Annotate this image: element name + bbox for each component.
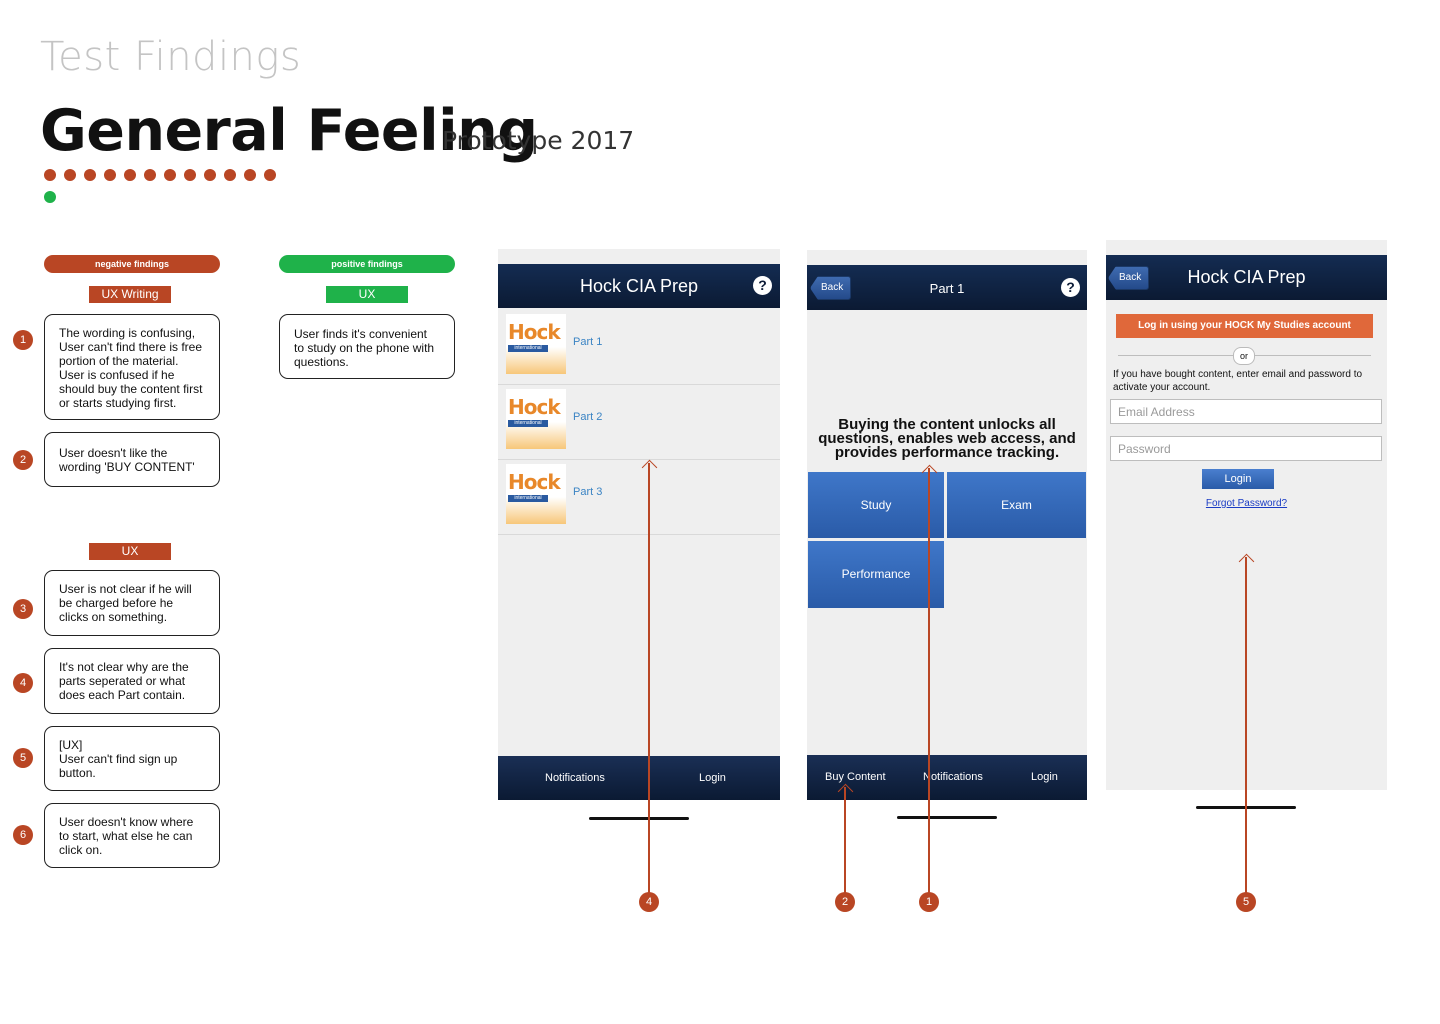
tab-notifications[interactable]: Notifications bbox=[545, 772, 605, 784]
marker-number: 5 bbox=[1236, 892, 1256, 912]
tab-buy-content[interactable]: Buy Content bbox=[825, 771, 886, 783]
or-separator: or bbox=[1233, 347, 1255, 365]
finding-number: 1 bbox=[13, 330, 33, 350]
ux-writing-tag: UX Writing bbox=[89, 286, 171, 303]
finding-number: 5 bbox=[13, 748, 33, 768]
negative-findings-pill: negative findings bbox=[44, 255, 220, 273]
negative-dot bbox=[224, 169, 236, 181]
negative-dot bbox=[264, 169, 276, 181]
home-indicator bbox=[589, 817, 689, 820]
finding-number: 2 bbox=[13, 450, 33, 470]
part-label: Part 3 bbox=[573, 486, 603, 498]
finding-card: User doesn't like the wording 'BUY CONTE… bbox=[44, 432, 220, 487]
marker-number: 4 bbox=[639, 892, 659, 912]
navbar-title: Part 1 bbox=[929, 281, 965, 296]
arrow-line bbox=[928, 468, 930, 893]
finding-number: 4 bbox=[13, 673, 33, 693]
marker-number: 2 bbox=[835, 892, 855, 912]
part-row[interactable]: Hock international Part 1 bbox=[498, 309, 780, 385]
negative-dot bbox=[244, 169, 256, 181]
arrow-line bbox=[844, 787, 846, 893]
navbar: Back Part 1 ? bbox=[807, 265, 1087, 310]
positive-finding-card: User finds it's convenient to study on t… bbox=[279, 314, 455, 379]
hock-logo: Hock international bbox=[506, 389, 566, 449]
forgot-password-link[interactable]: Forgot Password? bbox=[1106, 498, 1387, 509]
arrow-line bbox=[1245, 557, 1247, 893]
finding-card: The wording is confusing, User can't fin… bbox=[44, 314, 220, 420]
negative-dot bbox=[124, 169, 136, 181]
finding-card: [UX] User can't find sign up button. bbox=[44, 726, 220, 791]
finding-card: It's not clear why are the parts seperat… bbox=[44, 648, 220, 714]
ux-tag: UX bbox=[89, 543, 171, 560]
ux-positive-tag: UX bbox=[326, 286, 408, 303]
part-row[interactable]: Hock international Part 2 bbox=[498, 384, 780, 460]
finding-number: 3 bbox=[13, 599, 33, 619]
hock-logo: Hock international bbox=[506, 314, 566, 374]
navbar: Hock CIA Prep ? bbox=[498, 264, 780, 308]
buy-content-message: Buying the content unlocks all questions… bbox=[818, 416, 1076, 461]
arrow-line bbox=[648, 463, 650, 893]
hock-logo: Hock international bbox=[506, 464, 566, 524]
home-indicator bbox=[897, 816, 997, 819]
negative-dot bbox=[64, 169, 76, 181]
finding-card: User is not clear if he will be charged … bbox=[44, 570, 220, 636]
screen-parts-list: Hock CIA Prep ? Hock international Part 1… bbox=[498, 249, 780, 800]
marker-number: 1 bbox=[919, 892, 939, 912]
part-row[interactable]: Hock international Part 3 bbox=[498, 459, 780, 535]
navbar: Back Hock CIA Prep bbox=[1106, 255, 1387, 300]
navbar-title: Hock CIA Prep bbox=[579, 276, 699, 296]
page-subtitle: Test Findings bbox=[40, 34, 302, 80]
part-label: Part 2 bbox=[573, 411, 603, 423]
screen-part1: Back Part 1 ? Buying the content unlocks… bbox=[807, 250, 1087, 800]
screen-login: Back Hock CIA Prep Log in using your HOC… bbox=[1106, 240, 1387, 790]
negative-dot bbox=[84, 169, 96, 181]
help-icon[interactable]: ? bbox=[1061, 278, 1080, 297]
negative-dot bbox=[144, 169, 156, 181]
positive-dot bbox=[44, 191, 56, 203]
login-button[interactable]: Login bbox=[1202, 469, 1274, 489]
tab-bar: Notifications Login bbox=[498, 756, 780, 800]
tab-login[interactable]: Login bbox=[699, 772, 726, 784]
exam-tile[interactable]: Exam bbox=[947, 472, 1086, 538]
email-field[interactable]: Email Address bbox=[1110, 399, 1382, 424]
negative-dot bbox=[184, 169, 196, 181]
finding-number: 6 bbox=[13, 825, 33, 845]
finding-card: User doesn't know where to start, what e… bbox=[44, 803, 220, 868]
part-label: Part 1 bbox=[573, 336, 603, 348]
negative-dot bbox=[44, 169, 56, 181]
hock-account-login-button[interactable]: Log in using your HOCK My Studies accoun… bbox=[1116, 314, 1373, 338]
negative-dot bbox=[204, 169, 216, 181]
negative-dot bbox=[104, 169, 116, 181]
negative-dot bbox=[164, 169, 176, 181]
study-tile[interactable]: Study bbox=[808, 472, 944, 538]
positive-findings-pill: positive findings bbox=[279, 255, 455, 273]
prototype-label: Prototype 2017 bbox=[442, 126, 635, 155]
password-field[interactable]: Password bbox=[1110, 436, 1382, 461]
activation-info: If you have bought content, enter email … bbox=[1113, 369, 1363, 393]
tab-login[interactable]: Login bbox=[1031, 771, 1058, 783]
performance-tile[interactable]: Performance bbox=[808, 541, 944, 608]
tab-notifications[interactable]: Notifications bbox=[923, 771, 983, 783]
help-icon[interactable]: ? bbox=[753, 276, 772, 295]
navbar-title: Hock CIA Prep bbox=[1187, 267, 1306, 287]
